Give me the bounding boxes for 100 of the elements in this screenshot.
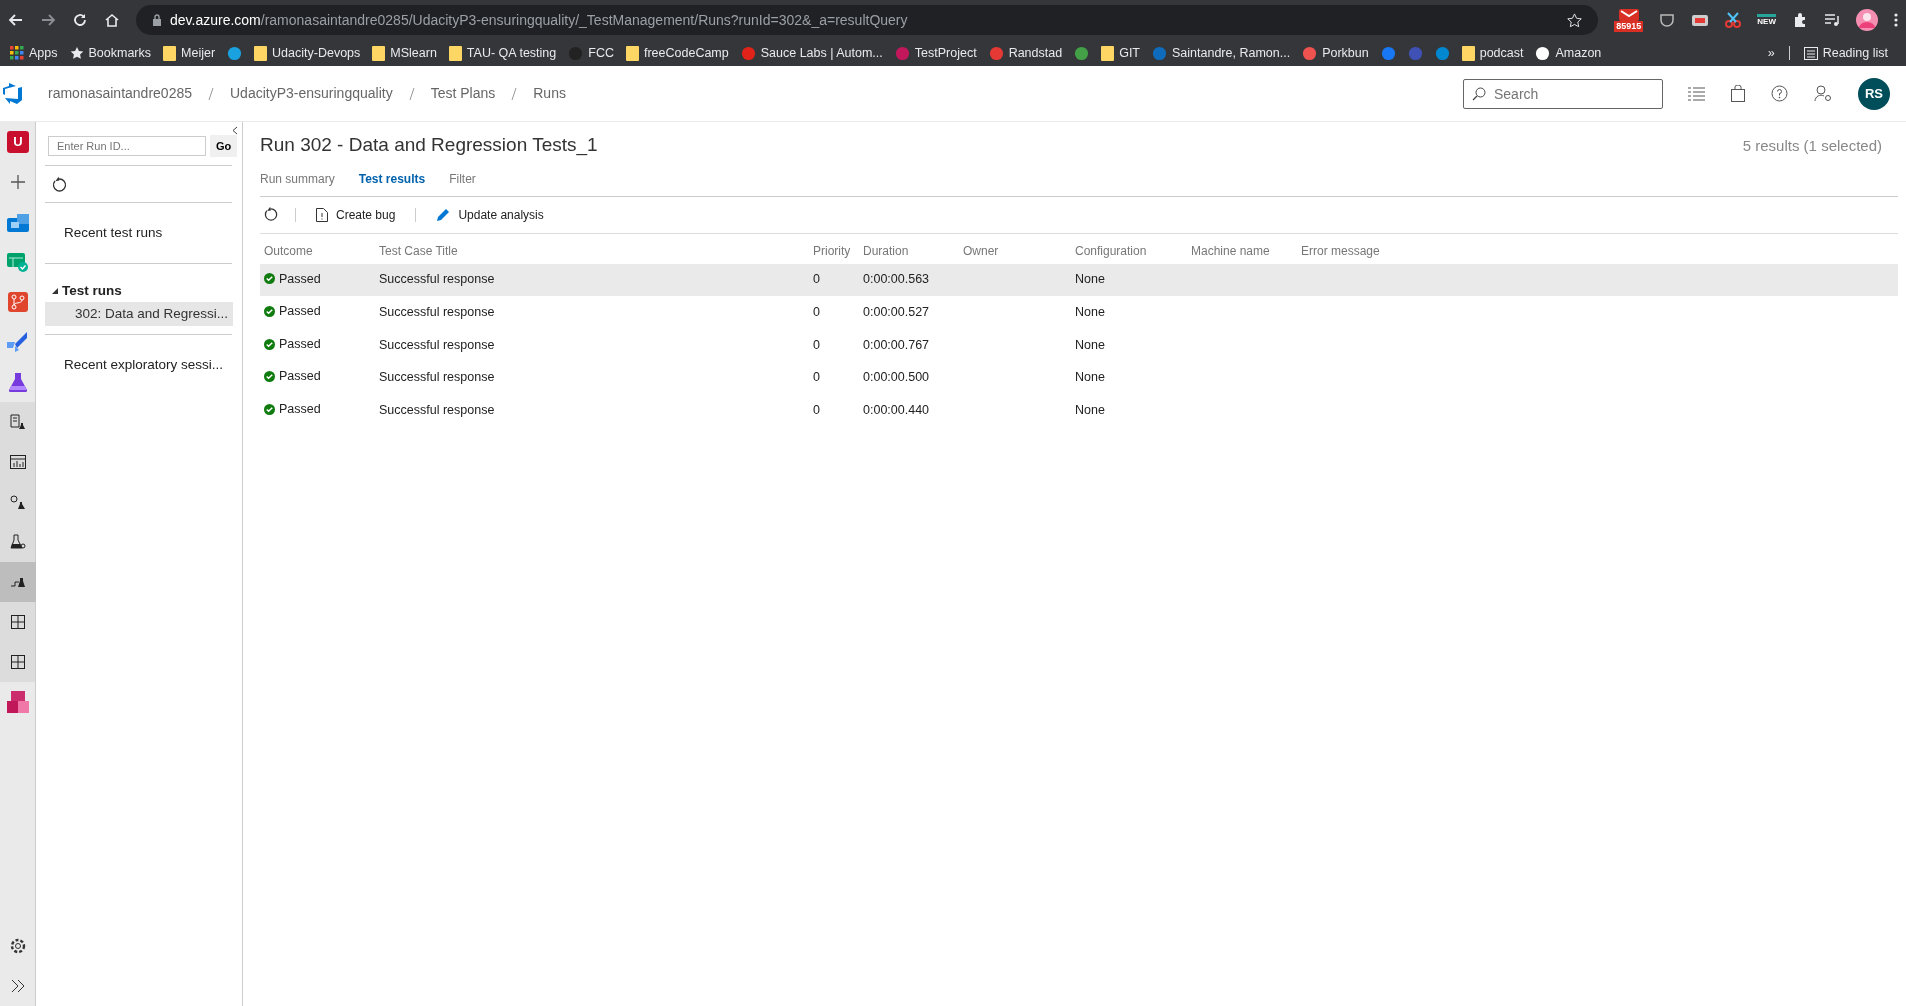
refresh-icon[interactable] bbox=[264, 207, 279, 222]
toolbar-button[interactable]: Update analysis bbox=[432, 205, 548, 224]
table-cell: Successful response bbox=[375, 263, 809, 297]
column-header[interactable]: Priority bbox=[809, 233, 859, 264]
results-count: 5 results (1 selected) bbox=[1742, 136, 1882, 156]
back-icon[interactable] bbox=[8, 12, 24, 28]
table-cell: 0 bbox=[809, 296, 859, 329]
bookmark[interactable]: Randstad bbox=[982, 43, 1069, 63]
table-row[interactable]: Passed Successful response 0 0:00:00.440 None bbox=[260, 394, 1898, 427]
scissors-icon[interactable] bbox=[1725, 12, 1742, 28]
reload-icon[interactable] bbox=[72, 12, 88, 28]
breadcrumb-link[interactable]: ramonasaintandre0285 bbox=[48, 83, 192, 104]
profile-avatar[interactable] bbox=[1856, 9, 1878, 31]
outcome-text: Passed bbox=[279, 303, 321, 321]
table-cell-text: Successful response bbox=[378, 336, 496, 354]
column-header[interactable]: Owner bbox=[959, 233, 1071, 264]
bookmark[interactable]: Saintandre, Ramon... bbox=[1146, 43, 1297, 63]
rocket-icon bbox=[7, 332, 29, 352]
nav-button[interactable] bbox=[0, 562, 36, 602]
home-icon[interactable] bbox=[104, 12, 120, 28]
bookmark[interactable]: TestProject bbox=[888, 43, 983, 63]
bookmark[interactable]: freeCodeCamp bbox=[619, 43, 735, 63]
user-avatar[interactable]: RS bbox=[1858, 77, 1890, 110]
azure-devops-logo[interactable] bbox=[2, 82, 24, 105]
board-check-icon bbox=[7, 251, 29, 273]
column-header[interactable]: Test Case Title bbox=[375, 233, 809, 264]
toolbar-button[interactable]: Create bug bbox=[312, 205, 400, 224]
bookmark[interactable]: FCC bbox=[562, 43, 620, 63]
bookmark[interactable]: Amazon bbox=[1529, 43, 1608, 63]
column-header[interactable]: Error message bbox=[1297, 233, 1898, 264]
breadcrumb-link[interactable]: UdacityP3-ensuringquality bbox=[230, 83, 393, 104]
passed-icon bbox=[264, 403, 275, 415]
outcome-text: Passed bbox=[279, 335, 321, 353]
table-cell-text: None bbox=[1074, 369, 1106, 387]
user-settings-icon[interactable] bbox=[1814, 85, 1832, 102]
tree-node[interactable]: Test runs bbox=[36, 279, 128, 302]
table-cell-text: 0:00:00.440 bbox=[862, 401, 931, 419]
table-row[interactable]: Passed Successful response 0 0:00:00.767 None bbox=[260, 328, 1898, 362]
star-icon bbox=[69, 46, 84, 60]
breadcrumb-link[interactable]: Runs bbox=[533, 83, 566, 104]
table-row[interactable]: Passed Successful response 0 0:00:00.500 None bbox=[260, 361, 1898, 394]
tab[interactable]: Run summary bbox=[260, 169, 335, 188]
overflow-button[interactable]: » bbox=[1761, 43, 1781, 63]
bookmark[interactable]: podcast bbox=[1455, 43, 1530, 63]
chart-icon bbox=[10, 455, 26, 469]
lock-icon[interactable] bbox=[152, 14, 162, 26]
table-cell-text: 0 bbox=[812, 369, 821, 387]
tab[interactable]: Test results bbox=[358, 169, 426, 188]
more-icon[interactable] bbox=[1894, 13, 1898, 27]
table-cell: 0:00:00.527 bbox=[859, 296, 959, 329]
page-title: Run 302 - Data and Regression Tests_1 bbox=[260, 134, 598, 157]
breadcrumb-separator bbox=[208, 86, 214, 101]
bookmark[interactable]: Udacity-Devops bbox=[248, 43, 367, 63]
outcome-text: Passed bbox=[279, 368, 321, 386]
mail-icon[interactable] bbox=[1618, 8, 1639, 21]
forward-icon[interactable] bbox=[40, 12, 56, 28]
table-row[interactable]: Passed Successful response 0 0:00:00.563 None bbox=[260, 263, 1898, 297]
column-header[interactable]: Configuration bbox=[1071, 233, 1187, 264]
address-bar[interactable]: dev.azure.com/ramonasaintandre0285/UdacityP3-ensuringquality/_TestManagement/Runs?runId=302&_a=resultQuery bbox=[136, 5, 1599, 35]
table-cell-text: 0:00:00.767 bbox=[862, 336, 931, 354]
bookmark[interactable]: TAU- QA testing bbox=[442, 43, 563, 63]
bookmark[interactable]: GIT bbox=[1095, 43, 1146, 63]
bookmark[interactable]: Bookmarks bbox=[63, 43, 158, 63]
new-extension-button[interactable]: NEW bbox=[1757, 13, 1776, 27]
run-id-field[interactable]: Enter Run ID... bbox=[48, 136, 206, 156]
folder-icon bbox=[163, 45, 177, 61]
nav-button[interactable]: U bbox=[0, 122, 36, 162]
search-field[interactable]: Search bbox=[1463, 78, 1663, 109]
column-header[interactable]: Duration bbox=[859, 233, 959, 264]
playlist-icon[interactable] bbox=[1824, 13, 1840, 27]
help-icon[interactable] bbox=[1771, 85, 1788, 102]
collapse-icon[interactable] bbox=[232, 126, 238, 135]
puzzle-icon[interactable] bbox=[1792, 12, 1808, 28]
breadcrumb-link[interactable]: Test Plans bbox=[430, 83, 496, 104]
badge-count: 85915 bbox=[1614, 20, 1644, 32]
settings-icon bbox=[10, 938, 26, 954]
pocket-icon[interactable] bbox=[1659, 12, 1676, 28]
bookmark[interactable]: Sauce Labs | Autom... bbox=[734, 43, 889, 63]
search-icon bbox=[1472, 86, 1486, 101]
table-cell-text: None bbox=[1074, 336, 1106, 354]
passed-icon bbox=[264, 371, 275, 383]
column-header[interactable]: Outcome bbox=[260, 233, 375, 264]
refresh-icon[interactable] bbox=[52, 176, 68, 193]
recent-sessions-link[interactable]: Recent exploratory sessi... bbox=[36, 357, 224, 373]
bookmark[interactable]: Meijer bbox=[157, 43, 222, 63]
table-row[interactable]: Passed Successful response 0 0:00:00.527 None bbox=[260, 296, 1898, 329]
column-header[interactable]: Machine name bbox=[1187, 233, 1297, 264]
go-button[interactable]: Go bbox=[210, 135, 238, 157]
tab[interactable]: Filter bbox=[449, 169, 476, 188]
tree-item[interactable]: 302: Data and Regressi... bbox=[45, 302, 233, 327]
shopping-bag-icon[interactable] bbox=[1731, 85, 1745, 102]
bookmark[interactable]: Apps bbox=[4, 43, 64, 63]
window-icon[interactable] bbox=[1691, 12, 1710, 28]
recent-runs-link[interactable]: Recent test runs bbox=[36, 224, 163, 240]
bookmark[interactable]: Porkbun bbox=[1296, 43, 1375, 63]
branch-icon bbox=[8, 292, 28, 312]
star-icon[interactable] bbox=[1567, 12, 1583, 28]
folder-icon bbox=[1461, 45, 1475, 61]
bookmark[interactable]: MSlearn bbox=[366, 43, 443, 63]
reading-list-button[interactable]: Reading list bbox=[1797, 43, 1894, 63]
